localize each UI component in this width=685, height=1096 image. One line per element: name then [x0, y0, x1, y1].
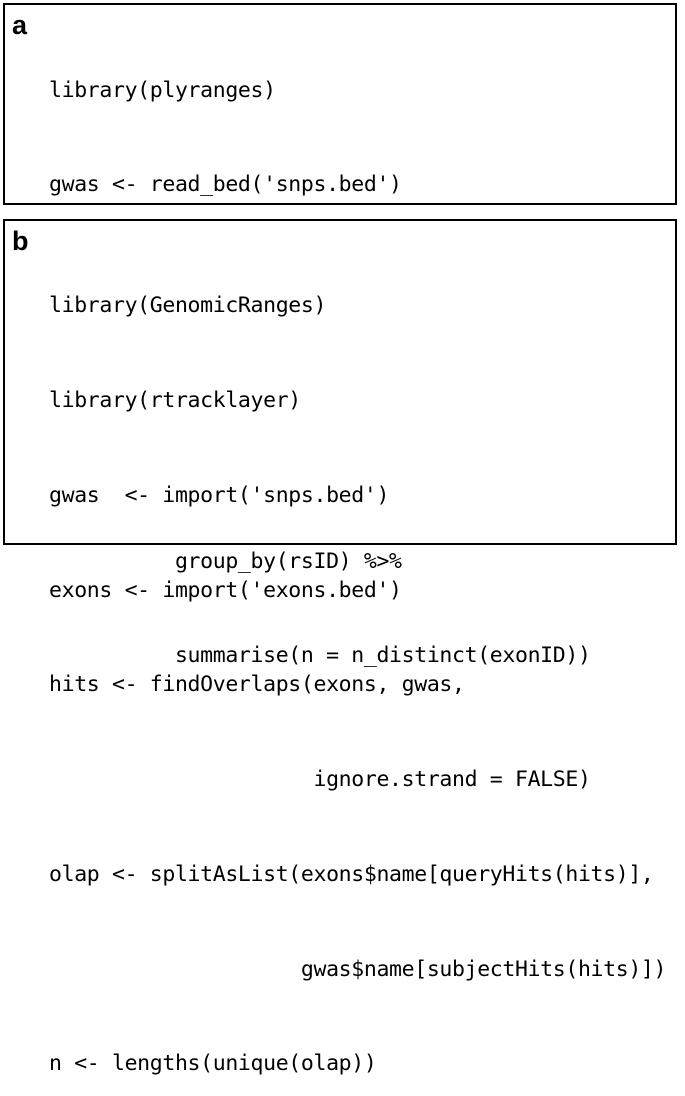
panel-label-a: a: [12, 10, 27, 40]
code-line: olap <- splitAsList(exons$name[queryHits…: [49, 861, 654, 887]
code-line: ignore.strand = FALSE): [49, 767, 591, 793]
code-line: library(GenomicRanges): [49, 293, 327, 319]
code-comparison-figure: a library(plyranges) gwas <- read_bed('s…: [0, 0, 685, 1076]
code-panel-a: a library(plyranges) gwas <- read_bed('s…: [3, 3, 677, 668]
code-panel-b: b library(GenomicRanges) library(rtrackl…: [3, 219, 677, 1076]
code-block-b: library(GenomicRanges) library(rtracklay…: [49, 227, 673, 1096]
code-line: library(plyranges): [49, 77, 276, 103]
code-line: n <- lengths(unique(olap)): [49, 1051, 377, 1077]
code-line: gwas <- import('snps.bed'): [49, 482, 390, 508]
code-line: gwas <- read_bed('snps.bed'): [49, 172, 402, 198]
panel-label-b: b: [12, 226, 29, 256]
code-line: exons <- import('exons.bed'): [49, 577, 402, 603]
code-line: gwas$name[subjectHits(hits)]): [49, 956, 667, 982]
code-line: library(rtracklayer): [49, 387, 301, 413]
code-line: hits <- findOverlaps(exons, gwas,: [49, 672, 465, 698]
